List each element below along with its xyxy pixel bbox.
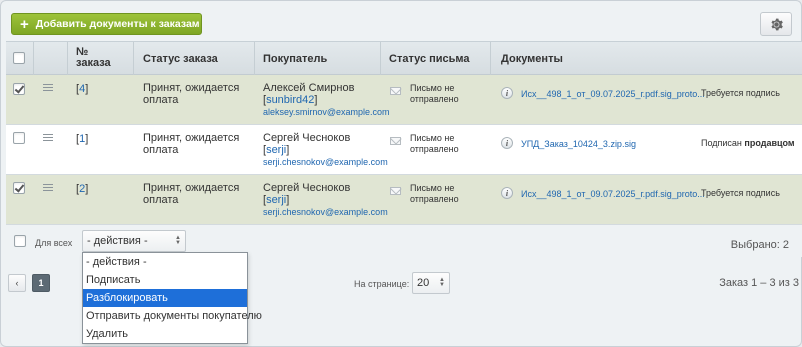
buyer-cell: Сергей Чесноков [serji] serji.chesnokov@… bbox=[263, 132, 388, 168]
gear-icon bbox=[770, 18, 783, 30]
orders-table: № заказа Статус заказа Покупатель Статус… bbox=[6, 41, 802, 257]
row-checkbox[interactable] bbox=[13, 182, 25, 194]
option-delete[interactable]: Удалить bbox=[83, 325, 247, 343]
col-header-buyer[interactable]: Покупатель bbox=[263, 42, 327, 75]
buyer-email-link[interactable]: serji.chesnokov@example.com bbox=[263, 206, 388, 218]
range-label: Заказ 1 – 3 из 3 bbox=[719, 277, 799, 289]
page-1-button[interactable]: 1 bbox=[32, 274, 50, 292]
settings-button[interactable] bbox=[760, 12, 792, 36]
plus-icon: + bbox=[20, 15, 29, 33]
info-icon[interactable]: i bbox=[501, 87, 513, 99]
order-link[interactable]: 1 bbox=[79, 133, 85, 145]
sign-status: Требуется подпись bbox=[701, 188, 780, 198]
select-arrows-icon: ▲ ▼ bbox=[175, 235, 181, 246]
prev-page-button[interactable]: ‹ bbox=[8, 274, 26, 292]
add-documents-label: Добавить документы к заказам bbox=[35, 18, 200, 30]
order-status: Принят, ожидается оплата bbox=[143, 182, 240, 206]
buyer-email-link[interactable]: aleksey.smirnov@example.com bbox=[263, 106, 390, 118]
row-menu-icon[interactable] bbox=[43, 184, 53, 193]
option-send-to-buyer[interactable]: Отправить документы покупателю bbox=[83, 307, 262, 325]
col-header-order-status[interactable]: Статус заказа bbox=[143, 42, 218, 75]
document-link[interactable]: УПД_Заказ_10424_3.zip.sig bbox=[521, 138, 636, 150]
envelope-icon bbox=[390, 87, 401, 95]
select-all-header-checkbox[interactable] bbox=[13, 52, 25, 64]
table-header: № заказа Статус заказа Покупатель Статус… bbox=[6, 42, 802, 75]
table-row[interactable]: [2] Принят, ожидается оплата Сергей Чесн… bbox=[6, 175, 802, 225]
buyer-name: Сергей Чесноков bbox=[263, 132, 351, 144]
buyer-cell: Сергей Чесноков [serji] serji.chesnokov@… bbox=[263, 182, 388, 218]
per-page-select[interactable]: 20 ▲ ▼ bbox=[412, 272, 450, 294]
letter-status: Письмо не отправлено bbox=[410, 83, 459, 104]
row-checkbox[interactable] bbox=[13, 132, 25, 144]
info-icon[interactable]: i bbox=[501, 137, 513, 149]
orders-grid-panel: + Добавить документы к заказам № заказа … bbox=[0, 0, 802, 347]
col-header-letter-status[interactable]: Статус письма bbox=[389, 42, 470, 75]
actions-dropdown-list: - действия - Подписать Разблокировать От… bbox=[82, 252, 262, 344]
row-menu-icon[interactable] bbox=[43, 84, 53, 93]
col-header-order-no[interactable]: № заказа bbox=[76, 42, 111, 75]
select-all-label: Для всех bbox=[35, 238, 73, 248]
document-link[interactable]: Исх__498_1_от_09.07.2025_г.pdf.sig_proto… bbox=[521, 188, 705, 200]
order-status: Принят, ожидается оплата bbox=[143, 132, 240, 156]
actions-select[interactable]: - действия - ▲ ▼ bbox=[82, 230, 186, 252]
buyer-cell: Алексей Смирнов [sunbird42] aleksey.smir… bbox=[263, 82, 390, 118]
order-link[interactable]: 4 bbox=[79, 83, 85, 95]
order-link[interactable]: 2 bbox=[79, 183, 85, 195]
option-sign[interactable]: Подписать bbox=[83, 271, 247, 289]
order-status: Принят, ожидается оплата bbox=[143, 82, 240, 106]
table-row[interactable]: [1] Принят, ожидается оплата Сергей Чесн… bbox=[6, 125, 802, 175]
order-number: [2] bbox=[76, 183, 89, 195]
info-icon[interactable]: i bbox=[501, 187, 513, 199]
select-all-checkbox[interactable] bbox=[14, 235, 26, 247]
select-arrows-icon: ▲ ▼ bbox=[439, 277, 445, 288]
letter-status: Письмо не отправлено bbox=[410, 133, 459, 154]
order-number: [1] bbox=[76, 133, 89, 145]
row-menu-icon[interactable] bbox=[43, 134, 53, 143]
buyer-email-link[interactable]: serji.chesnokov@example.com bbox=[263, 156, 388, 168]
buyer-name: Сергей Чесноков bbox=[263, 182, 351, 194]
document-link[interactable]: Исх__498_1_от_09.07.2025_г.pdf.sig_proto… bbox=[521, 88, 705, 100]
col-header-documents[interactable]: Документы bbox=[501, 42, 563, 75]
option-unblock[interactable]: Разблокировать bbox=[83, 289, 247, 307]
table-row[interactable]: [4] Принят, ожидается оплата Алексей Сми… bbox=[6, 75, 802, 125]
letter-status: Письмо не отправлено bbox=[410, 183, 459, 204]
envelope-icon bbox=[390, 187, 401, 195]
envelope-icon bbox=[390, 137, 401, 145]
option-none[interactable]: - действия - bbox=[83, 253, 247, 271]
sign-status: Требуется подпись bbox=[701, 88, 780, 98]
row-checkbox[interactable] bbox=[13, 83, 25, 95]
selected-count: Выбрано: 2 bbox=[730, 239, 789, 251]
buyer-name: Алексей Смирнов bbox=[263, 82, 355, 94]
sign-status: Подписан продавцом bbox=[701, 138, 795, 148]
sign-status-party: продавцом bbox=[744, 138, 795, 148]
buyer-login-link[interactable]: serji bbox=[266, 194, 286, 206]
buyer-login-link[interactable]: serji bbox=[266, 144, 286, 156]
per-page-label: На странице: bbox=[354, 279, 410, 289]
add-documents-button[interactable]: + Добавить документы к заказам bbox=[11, 13, 202, 35]
buyer-login-link[interactable]: sunbird42 bbox=[266, 94, 314, 106]
order-number: [4] bbox=[76, 83, 89, 95]
